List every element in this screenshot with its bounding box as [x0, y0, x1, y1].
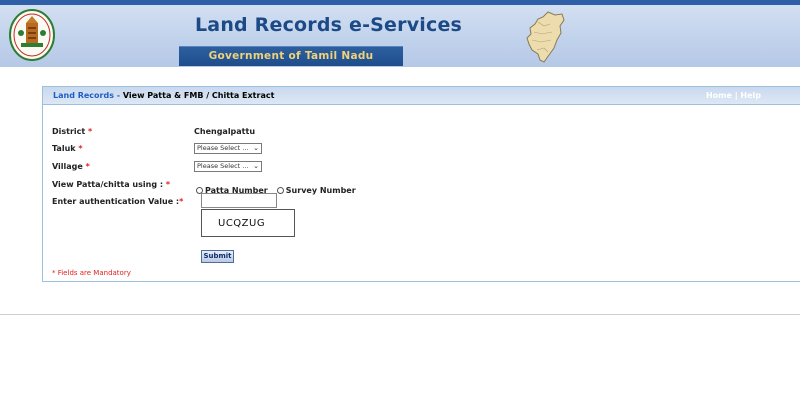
help-link[interactable]: Help: [740, 91, 761, 100]
footer-divider: [0, 314, 800, 315]
village-select[interactable]: Please Select ... ⌄: [194, 161, 262, 172]
survey-number-radio[interactable]: [276, 187, 284, 194]
page-header: Land Records e-Services Government of Ta…: [0, 0, 800, 67]
subtitle-banner: Government of Tamil Nadu: [179, 46, 403, 66]
view-using-required-mark: *: [165, 180, 171, 189]
site-subtitle: Government of Tamil Nadu: [208, 50, 374, 62]
taluk-required-mark: *: [78, 144, 83, 153]
view-using-label-text: View Patta/chitta using :: [52, 180, 164, 189]
home-link[interactable]: Home: [706, 91, 732, 100]
chevron-down-icon: ⌄: [253, 144, 259, 152]
taluk-select[interactable]: Please Select ... ⌄: [194, 143, 262, 154]
village-label-text: Village: [52, 162, 83, 171]
auth-value-input[interactable]: [201, 193, 277, 208]
breadcrumb-land-records-link[interactable]: Land Records: [53, 91, 114, 100]
header-top-stripe: [0, 0, 800, 5]
site-title: Land Records e-Services: [195, 14, 463, 36]
chevron-down-icon: ⌄: [253, 162, 259, 170]
captcha-image: UCQZUG: [201, 209, 295, 237]
auth-required-mark: *: [179, 197, 184, 206]
captcha-text: UCQZUG: [218, 218, 266, 229]
district-label-text: District: [52, 127, 86, 136]
panel-header: Land Records - View Patta & FMB / Chitta…: [43, 87, 800, 105]
breadcrumb-separator: -: [113, 91, 123, 100]
tamil-nadu-map-icon: [526, 11, 565, 63]
village-required-mark: *: [85, 162, 90, 171]
view-using-label: View Patta/chitta using : *: [52, 180, 170, 189]
taluk-label-text: Taluk: [52, 144, 76, 153]
breadcrumb-current-page: View Patta & FMB / Chitta Extract: [122, 91, 275, 100]
village-selected-value: Please Select ...: [197, 162, 249, 170]
district-label: District *: [52, 127, 92, 136]
tamil-nadu-emblem-icon: [9, 9, 55, 61]
taluk-label: Taluk *: [52, 144, 83, 153]
breadcrumb: Land Records - View Patta & FMB / Chitta…: [53, 91, 274, 100]
district-value: Chengalpattu: [194, 127, 256, 136]
village-label: Village *: [52, 162, 90, 171]
taluk-selected-value: Please Select ...: [197, 144, 249, 152]
submit-button[interactable]: Submit: [201, 250, 234, 263]
survey-number-radio-label[interactable]: Survey Number: [286, 186, 356, 195]
top-links: Home | Help: [706, 91, 761, 100]
auth-label: Enter authentication Value :*: [52, 197, 183, 206]
auth-label-text: Enter authentication Value :: [52, 197, 180, 206]
district-required-mark: *: [88, 127, 93, 136]
view-using-radio-group: Patta Number Survey Number: [196, 180, 360, 195]
extract-form-panel: Land Records - View Patta & FMB / Chitta…: [42, 86, 800, 282]
mandatory-note: * Fields are Mandatory: [52, 269, 131, 277]
